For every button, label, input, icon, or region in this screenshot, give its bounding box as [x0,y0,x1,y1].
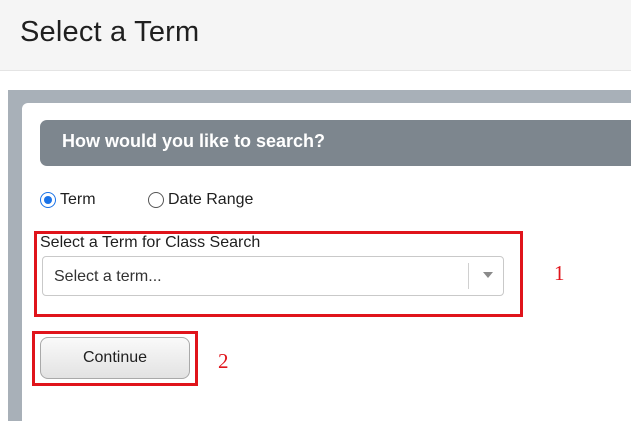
page-title: Select a Term [20,16,200,48]
annotation-number-2: 2 [218,349,229,373]
annotation-number-1: 1 [554,261,565,285]
radio-date-range-icon[interactable] [148,192,164,208]
radio-term-label: Term [60,191,96,208]
section-title: How would you like to search? [62,131,326,151]
radio-date-range-label: Date Range [168,191,254,208]
page: Select a Term How would you like to sear… [0,0,631,421]
radio-option-date-range[interactable]: Date Range [148,190,253,210]
annotation-box-1 [34,231,523,317]
annotation-box-2 [32,331,198,386]
radio-term-icon[interactable] [40,192,56,208]
radio-option-term[interactable]: Term [40,190,96,210]
page-header: Select a Term [0,0,631,71]
